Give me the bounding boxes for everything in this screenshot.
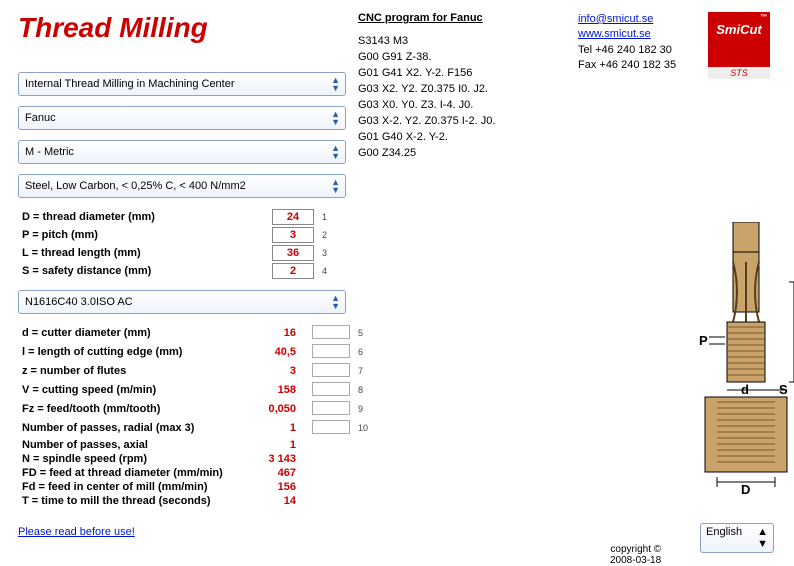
- language-value: English: [706, 526, 742, 550]
- read-before-use-link[interactable]: Please read before use!: [18, 526, 135, 538]
- website-link[interactable]: www.smicut.se: [578, 28, 651, 40]
- machine-select-value: Internal Thread Milling in Machining Cen…: [25, 78, 235, 90]
- out-value: 40,5: [252, 346, 304, 358]
- out-value: 1: [252, 422, 304, 434]
- telephone: Tel +46 240 182 30: [578, 43, 708, 58]
- diagram-label-D: D: [741, 482, 750, 497]
- out-label: z = number of flutes: [18, 362, 248, 381]
- param-input-L[interactable]: [272, 245, 314, 261]
- out-value: 158: [252, 384, 304, 396]
- tool-select-value: N1616C40 3.0ISO AC: [25, 296, 133, 308]
- machine-select[interactable]: Internal Thread Milling in Machining Cen…: [18, 72, 346, 96]
- param-index: 7: [354, 362, 372, 381]
- out-value: 467: [252, 467, 304, 479]
- out-value: 3: [252, 365, 304, 377]
- threadtype-select-value: M - Metric: [25, 146, 74, 158]
- cnc-title: CNC program for Fanuc: [358, 12, 578, 24]
- param-index: 3: [318, 244, 331, 262]
- param-index: 2: [318, 226, 331, 244]
- param-index: 4: [318, 262, 331, 280]
- output-params-table: d = cutter diameter (mm)165 l = length o…: [18, 324, 372, 508]
- param-index: 6: [354, 343, 372, 362]
- tool-select[interactable]: N1616C40 3.0ISO AC ▲▼: [18, 290, 346, 314]
- out-value: 156: [252, 481, 304, 493]
- threadtype-select[interactable]: M - Metric ▲▼: [18, 140, 346, 164]
- param-index: 5: [354, 324, 372, 343]
- dropdown-arrows-icon: ▲▼: [331, 76, 339, 92]
- dropdown-arrows-icon: ▲▼: [331, 294, 339, 310]
- material-select-value: Steel, Low Carbon, < 0,25% C, < 400 N/mm…: [25, 180, 246, 192]
- param-label-D: D = thread diameter (mm): [18, 208, 268, 226]
- override-input[interactable]: [312, 420, 350, 434]
- out-label: Number of passes, axial: [18, 438, 248, 452]
- logo-tm: ™: [760, 14, 767, 21]
- override-input[interactable]: [312, 382, 350, 396]
- page-title: Thread Milling: [18, 12, 358, 44]
- logo-text: SmiCut: [716, 22, 762, 37]
- out-value: 3 143: [252, 453, 304, 465]
- param-label-L: L = thread length (mm): [18, 244, 268, 262]
- cnc-line: G00 G91 Z-38.: [358, 50, 578, 66]
- contact-block: info@smicut.se www.smicut.se Tel +46 240…: [578, 12, 708, 74]
- out-label: d = cutter diameter (mm): [18, 324, 248, 343]
- out-label: N = spindle speed (rpm): [18, 452, 248, 466]
- cnc-line: S3143 M3: [358, 34, 578, 50]
- input-params-table: D = thread diameter (mm) 1 P = pitch (mm…: [18, 208, 331, 280]
- param-label-S: S = safety distance (mm): [18, 262, 268, 280]
- override-input[interactable]: [312, 344, 350, 358]
- override-input[interactable]: [312, 401, 350, 415]
- out-value: 0,050: [252, 403, 304, 415]
- thread-mill-diagram: P d S l L D: [661, 222, 776, 500]
- param-index: 9: [354, 400, 372, 419]
- param-input-P[interactable]: [272, 227, 314, 243]
- out-value: 16: [252, 327, 304, 339]
- out-label: V = cutting speed (m/min): [18, 381, 248, 400]
- diagram-label-d: d: [741, 382, 749, 397]
- dropdown-arrows-icon: ▲▼: [331, 178, 339, 194]
- out-label: Fd = feed in center of mill (mm/min): [18, 480, 248, 494]
- diagram-label-P: P: [699, 333, 708, 348]
- dropdown-arrows-icon: ▲▼: [331, 144, 339, 160]
- language-select[interactable]: English ▲▼: [700, 523, 774, 553]
- param-index: 1: [318, 208, 331, 226]
- out-label: T = time to mill the thread (seconds): [18, 494, 248, 508]
- param-input-D[interactable]: [272, 209, 314, 225]
- param-index: 10: [354, 419, 372, 438]
- param-input-S[interactable]: [272, 263, 314, 279]
- override-input[interactable]: [312, 363, 350, 377]
- controller-select-value: Fanuc: [25, 112, 56, 124]
- out-label: l = length of cutting edge (mm): [18, 343, 248, 362]
- out-label: FD = feed at thread diameter (mm/min): [18, 466, 248, 480]
- param-index: 8: [354, 381, 372, 400]
- email-link[interactable]: info@smicut.se: [578, 13, 653, 25]
- diagram-label-S: S: [779, 382, 788, 397]
- override-input[interactable]: [312, 325, 350, 339]
- logo: SmiCut ™ STS: [708, 12, 773, 79]
- out-label: Number of passes, radial (max 3): [18, 419, 248, 438]
- dropdown-arrows-icon: ▲▼: [757, 526, 768, 550]
- copyright: copyright © 2008-03-18: [610, 544, 661, 566]
- material-select[interactable]: Steel, Low Carbon, < 0,25% C, < 400 N/mm…: [18, 174, 346, 198]
- out-label: Fz = feed/tooth (mm/tooth): [18, 400, 248, 419]
- out-value: 1: [252, 439, 304, 451]
- controller-select[interactable]: Fanuc ▲▼: [18, 106, 346, 130]
- dropdown-arrows-icon: ▲▼: [331, 110, 339, 126]
- param-label-P: P = pitch (mm): [18, 226, 268, 244]
- out-value: 14: [252, 495, 304, 507]
